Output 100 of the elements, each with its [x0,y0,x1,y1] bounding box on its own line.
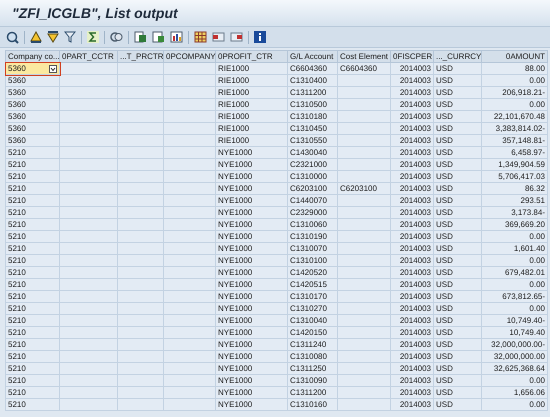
info-icon[interactable] [254,31,266,43]
table-cell: USD [434,110,482,122]
table-cell: NYE1000 [216,374,288,386]
table-cell: 1,601.40 [482,242,548,254]
table-cell: 5210 [6,326,60,338]
table-cell: 2014003 [390,122,434,134]
column-header[interactable]: 0FISCPER [390,50,434,62]
column-header[interactable]: 0PCOMPANY [164,50,216,62]
table-cell: RIE1000 [216,98,288,110]
table-cell: NYE1000 [216,194,288,206]
table-cell: USD [434,86,482,98]
table-cell: 2014003 [390,374,434,386]
table-cell: 2014003 [390,182,434,194]
table-cell: 5210 [6,242,60,254]
table-cell: NYE1000 [216,158,288,170]
table-cell: USD [434,314,482,326]
table-cell: USD [434,170,482,182]
table-cell: 2014003 [390,302,434,314]
table-cell: 32,000,000.00- [482,338,548,350]
table-cell: USD [434,266,482,278]
table-cell: NYE1000 [216,266,288,278]
table-cell: 0.00 [482,98,548,110]
table-cell: C1430040 [288,146,338,158]
table-cell: 2014003 [390,98,434,110]
filter-icon[interactable] [64,31,76,43]
table-cell: C1310270 [288,302,338,314]
document-icon[interactable] [134,31,147,43]
table-cell: 5210 [6,206,60,218]
table-cell: 22,101,670.48 [482,110,548,122]
table-cell: 88.00 [482,62,548,74]
table-cell: 10,749.40 [482,326,548,338]
table-cell: C1310160 [288,398,338,410]
table-cell: C1310450 [288,122,338,134]
table-cell: 5360 [6,134,60,146]
table-cell: USD [434,122,482,134]
table-cell: 2014003 [390,74,434,86]
sort-descending-icon[interactable] [47,31,59,43]
table-cell: 86.32 [482,182,548,194]
column-layout-icon[interactable] [212,31,225,43]
sort-ascending-icon[interactable] [30,31,42,43]
table-cell: RIE1000 [216,122,288,134]
column-header[interactable]: 0PROFIT_CTR [216,50,288,62]
table-cell: 2014003 [390,314,434,326]
table-cell: NYE1000 [216,386,288,398]
table-cell: C1311200 [288,386,338,398]
table-cell: 5210 [6,278,60,290]
table-cell: 2014003 [390,398,434,410]
table-cell: USD [434,74,482,86]
table-cell: NYE1000 [216,230,288,242]
chart-icon[interactable] [170,31,183,43]
column-header[interactable]: Company co... [6,50,60,62]
table-cell: USD [434,230,482,242]
table-cell: 10,749.40- [482,314,548,326]
sum-icon[interactable] [87,31,99,43]
table-cell: C1310180 [288,110,338,122]
table-cell: 673,812.65- [482,290,548,302]
table-cell: USD [434,62,482,74]
table-cell: RIE1000 [216,86,288,98]
column-header[interactable]: 0AMOUNT [482,50,548,62]
column-header[interactable]: ...T_PRCTR [118,50,164,62]
table-cell: 2014003 [390,386,434,398]
table-cell: 357,148.81- [482,134,548,146]
table-cell: C6203100 [338,182,390,194]
table-cell: 5210 [6,230,60,242]
table-cell: C1310080 [288,350,338,362]
table-cell: 5210 [6,158,60,170]
table-cell: C1311240 [288,338,338,350]
table-cell: C1311250 [288,362,338,374]
grid-layout-icon[interactable] [194,31,207,43]
table-cell: C1310070 [288,242,338,254]
layout-options-icon[interactable] [230,31,243,43]
table-cell: USD [434,386,482,398]
column-header[interactable]: G/L Account [288,50,338,62]
table-cell: NYE1000 [216,242,288,254]
spreadsheet-icon[interactable] [152,31,165,43]
table-cell: 5210 [6,218,60,230]
table-cell: C2321000 [288,158,338,170]
table-cell: 0.00 [482,74,548,86]
table-cell: 5360 [6,98,60,110]
table-cell: USD [434,350,482,362]
table-cell: C1310060 [288,218,338,230]
table-cell: 2014003 [390,338,434,350]
table-cell: C1311200 [288,86,338,98]
table-cell: 2014003 [390,134,434,146]
table-cell: C1420515 [288,278,338,290]
table-cell: C1420520 [288,266,338,278]
column-header[interactable]: 0PART_CCTR [60,50,118,62]
details-icon[interactable] [6,30,19,44]
dropdown-icon[interactable] [49,64,57,72]
table-cell: 5210 [6,350,60,362]
table-cell: C1310550 [288,134,338,146]
table-cell: C6604360 [338,62,390,74]
table-cell: NYE1000 [216,350,288,362]
table-cell: 3,173.84- [482,206,548,218]
table-cell: 6,458.97- [482,146,548,158]
column-header[interactable]: ..._CURRCY [434,50,482,62]
table-cell: C1310170 [288,290,338,302]
column-header[interactable]: Cost Element [338,50,390,62]
table-cell: 2014003 [390,146,434,158]
table-cell: NYE1000 [216,326,288,338]
